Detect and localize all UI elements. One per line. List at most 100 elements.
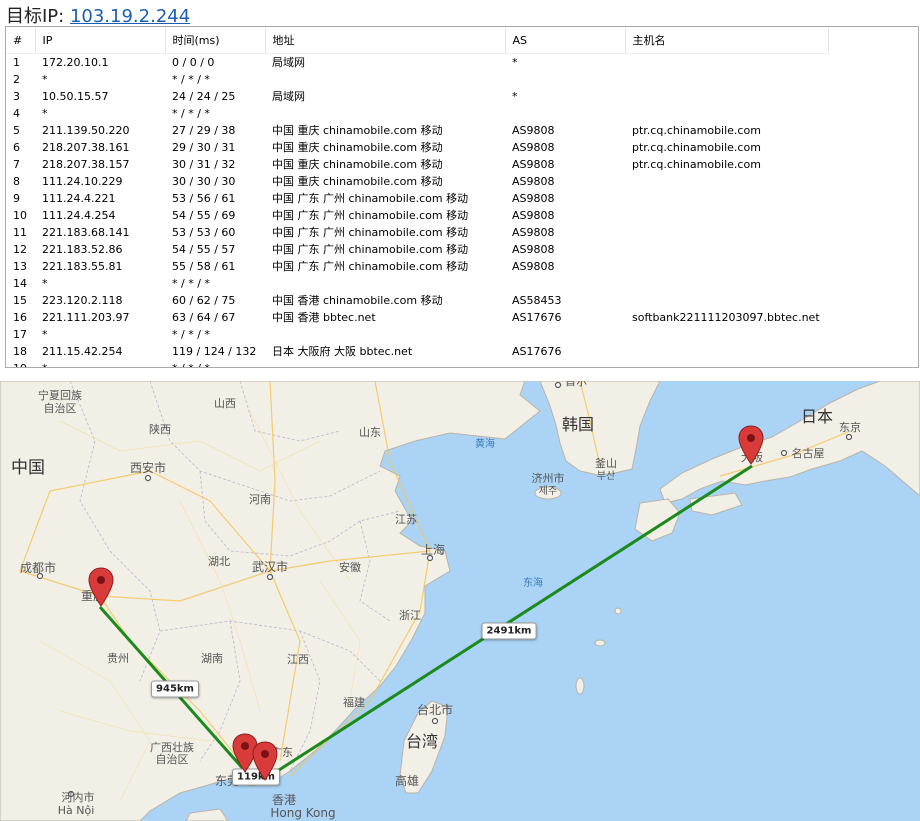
table-row[interactable]: 9 111.24.4.221 53 / 56 / 61 中国 广东 广州 chinam… (6, 190, 828, 207)
label-xian: 西安市 (130, 460, 166, 475)
marker-pin-icon (252, 741, 278, 781)
table-row[interactable]: 1 172.20.10.1 0 / 0 / 0 局域网 * (6, 54, 828, 72)
hop-time: * / * / * (172, 107, 210, 120)
table-row[interactable]: 11 221.183.68.141 53 / 53 / 60 中国 广东 广州 chi… (6, 224, 828, 241)
hop-as: AS58453 (512, 294, 562, 307)
label-hanoi: 河内市 (62, 790, 95, 804)
hop-as: AS9808 (512, 158, 555, 171)
column-header-number[interactable]: # (6, 27, 36, 54)
column-header-address[interactable]: 地址 (265, 27, 506, 54)
table-row[interactable]: 18 211.15.42.254 119 / 124 / 132 日本 大阪府 大阪 … (6, 343, 828, 360)
label-hubei: 湖北 (208, 555, 230, 568)
label-yellow-sea: 黄海 (475, 437, 495, 450)
map-marker-icon[interactable] (738, 425, 764, 465)
label-hongkong: 香港 (272, 793, 296, 807)
hop-hostname: ptr.cq.chinamobile.com (632, 124, 761, 137)
hop-time: 119 / 124 / 132 (172, 345, 257, 358)
label-korea: 韩国 (562, 415, 594, 434)
column-header-as[interactable]: AS (505, 27, 626, 54)
table-row[interactable]: 19** / * / * (6, 360, 828, 367)
hop-number: 10 (13, 209, 27, 222)
table-row[interactable]: 12 221.183.52.86 54 / 55 / 57 中国 广东 广州 chin… (6, 241, 828, 258)
table-row[interactable]: 7 218.207.38.157 30 / 31 / 32 中国 重庆 chinamo… (6, 156, 828, 173)
hop-as: AS9808 (512, 175, 555, 188)
hop-ip: * (42, 328, 48, 341)
hop-address: 中国 广东 广州 chinamobile.com 移动 (272, 243, 469, 256)
hop-hostname (625, 190, 828, 207)
route-map[interactable]: 宁夏回族 自治区 陕西 山西 山东 中国 西安市 河南 江苏 湖北 武汉市 安徽… (0, 381, 920, 821)
hop-number: 4 (13, 107, 20, 120)
table-row[interactable]: 13 221.183.55.81 55 / 58 / 61 中国 广东 广州 chin… (6, 258, 828, 275)
table-row[interactable]: 4 * * / * / * (6, 105, 828, 122)
label-shanxi: 山西 (214, 397, 236, 410)
hop-number: 12 (13, 243, 27, 256)
label-tokyo: 东京 (839, 420, 861, 434)
hop-time: * / * / * (172, 328, 210, 341)
hop-address: 中国 香港 chinamobile.com 移动 (272, 294, 443, 307)
hop-hostname (625, 360, 828, 367)
label-chengdu: 成都市 (20, 560, 56, 575)
distance-label: 2491km (481, 622, 537, 640)
table-row[interactable]: 3 10.50.15.57 24 / 24 / 25 局域网 * (6, 88, 828, 105)
hop-hostname (625, 343, 828, 360)
hop-address (265, 360, 505, 367)
table-row[interactable]: 6 218.207.38.161 29 / 30 / 31 中国 重庆 chinamo… (6, 139, 828, 156)
hop-ip: 111.24.4.221 (42, 192, 116, 205)
hop-ip: 10.50.15.57 (42, 90, 109, 103)
table-row[interactable]: 16 221.111.203.97 63 / 64 / 67 中国 香港 bbtec.… (6, 309, 828, 326)
hop-time: 53 / 56 / 61 (172, 192, 236, 205)
hop-hostname (625, 241, 828, 258)
map-marker-icon[interactable] (252, 741, 278, 781)
hop-address: 中国 广东 广州 chinamobile.com 移动 (272, 226, 469, 239)
hop-hostname (625, 207, 828, 224)
table-header-row: # IP 时间(ms) 地址 AS 主机名 (6, 27, 829, 54)
table-row[interactable]: 8 111.24.10.229 30 / 30 / 30 中国 重庆 chinamob… (6, 173, 828, 190)
traceroute-table: # IP 时间(ms) 地址 AS 主机名 1 172.20.10.1 0 / 0 … (6, 27, 829, 367)
table-row[interactable]: 10 111.24.4.254 54 / 55 / 69 中国 广东 广州 china… (6, 207, 828, 224)
table-row[interactable]: 5 211.139.50.220 27 / 29 / 38 中国 重庆 chinamo… (6, 122, 828, 139)
hop-address: 中国 广东 广州 chinamobile.com 移动 (272, 192, 469, 205)
hop-address: 局域网 (272, 90, 305, 103)
hop-ip: 111.24.10.229 (42, 175, 123, 188)
hop-address: 中国 广东 广州 chinamobile.com 移动 (272, 260, 469, 273)
hop-ip: * (42, 73, 48, 86)
hop-address: 中国 广东 广州 chinamobile.com 移动 (272, 209, 469, 222)
column-header-hostname[interactable]: 主机名 (625, 27, 829, 54)
table-row[interactable]: 15 223.120.2.118 60 / 62 / 75 中国 香港 chinamo… (6, 292, 828, 309)
target-ip-link[interactable]: 103.19.2.244 (70, 6, 190, 27)
traceroute-table-panel[interactable]: # IP 时间(ms) 地址 AS 主机名 1 172.20.10.1 0 / 0 … (5, 26, 919, 368)
target-label-text: 目标IP: (6, 6, 70, 27)
hop-address: 局域网 (272, 56, 305, 69)
label-guangxi-2: 自治区 (156, 752, 189, 766)
label-jeju: 济州市 (532, 471, 565, 485)
label-jeju-kr: 제주 (539, 485, 557, 497)
hop-number: 19 (6, 360, 35, 367)
hop-number: 9 (13, 192, 20, 205)
hop-number: 6 (13, 141, 20, 154)
table-row[interactable]: 14 * * / * / * (6, 275, 828, 292)
hop-time: 53 / 53 / 60 (172, 226, 236, 239)
hop-time: 30 / 31 / 32 (172, 158, 236, 171)
map-marker-icon[interactable] (88, 567, 114, 607)
land-islet (594, 639, 606, 647)
label-nagoya: 名古屋 (792, 446, 825, 460)
hop-time: 0 / 0 / 0 (172, 56, 215, 69)
hop-address: 中国 重庆 chinamobile.com 移动 (272, 175, 443, 188)
hop-as: AS9808 (512, 192, 555, 205)
land-islet (614, 607, 622, 615)
hop-as: * (512, 90, 518, 103)
column-header-time[interactable]: 时间(ms) (165, 27, 266, 54)
hop-ip: 221.183.55.81 (42, 260, 123, 273)
hop-ip: * (35, 360, 165, 367)
hop-hostname (625, 88, 828, 105)
hop-number: 14 (13, 277, 27, 290)
hop-number: 8 (13, 175, 20, 188)
hop-hostname (625, 173, 828, 190)
column-header-ip[interactable]: IP (35, 27, 166, 54)
table-row[interactable]: 17 * * / * / * (6, 326, 828, 343)
hop-ip: 218.207.38.161 (42, 141, 130, 154)
hop-ip: 223.120.2.118 (42, 294, 123, 307)
hop-time: * / * / * (165, 360, 265, 367)
table-row[interactable]: 2 * * / * / * (6, 71, 828, 88)
hop-ip: * (42, 107, 48, 120)
